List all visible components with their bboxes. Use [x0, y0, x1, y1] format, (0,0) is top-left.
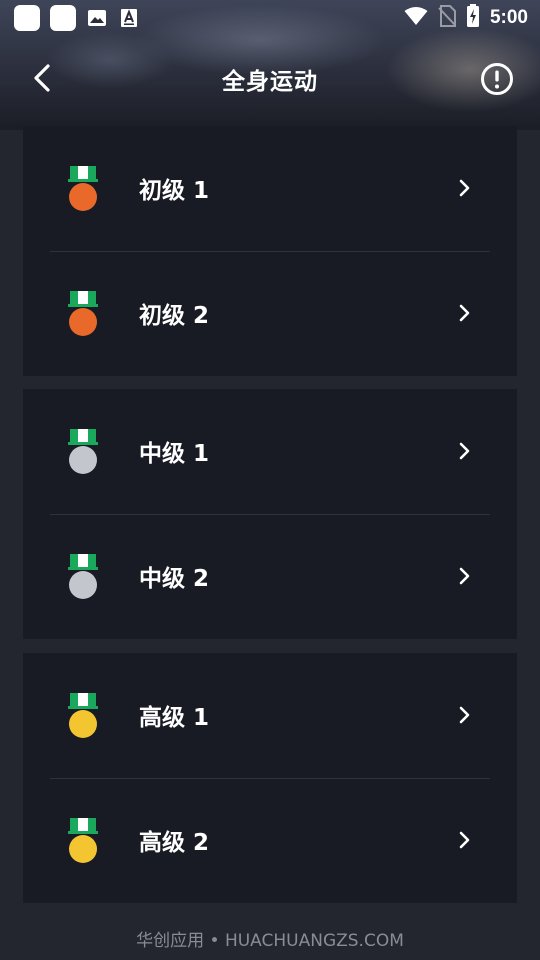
list-item-label: 高级 1 [139, 705, 210, 731]
notification-icon [50, 5, 76, 31]
list-item-label: 初级 2 [139, 303, 210, 329]
level-group-advanced: 高级 1 高级 2 [23, 653, 517, 903]
watermark-footer: 华创应用 • HUACHUANGZS.COM [136, 931, 404, 951]
list-item-advanced-2[interactable]: 高级 2 [23, 778, 517, 903]
battery-charging-icon [466, 4, 480, 32]
list-item-label: 初级 1 [139, 178, 210, 204]
list-item-intermediate-1[interactable]: 中级 1 [23, 389, 517, 514]
alert-circle-icon [481, 63, 513, 95]
wifi-icon [404, 6, 428, 30]
silver-medal-icon [68, 554, 98, 599]
info-button[interactable] [480, 62, 514, 96]
list-item-label: 中级 1 [139, 441, 210, 467]
chevron-right-icon [459, 831, 470, 849]
status-notifications [14, 5, 140, 31]
status-system: 5:00 [404, 4, 528, 32]
notification-icon [14, 5, 40, 31]
level-group-intermediate: 中级 1 中级 2 [23, 389, 517, 639]
silver-medal-icon [68, 429, 98, 474]
list-item-beginner-2[interactable]: 初级 2 [23, 251, 517, 376]
bronze-medal-icon [68, 291, 98, 336]
list-item-label: 高级 2 [139, 830, 210, 856]
gold-medal-icon [68, 693, 98, 738]
status-bar: 5:00 [0, 0, 540, 36]
nav-bar: 全身运动 [0, 50, 540, 106]
bronze-medal-icon [68, 166, 98, 211]
list-item-intermediate-2[interactable]: 中级 2 [23, 514, 517, 639]
chevron-right-icon [459, 442, 470, 460]
list-item-advanced-1[interactable]: 高级 1 [23, 653, 517, 778]
chevron-right-icon [459, 567, 470, 585]
status-time: 5:00 [489, 7, 528, 28]
chevron-right-icon [459, 706, 470, 724]
no-sim-icon [438, 5, 456, 31]
text-a-icon [118, 7, 140, 29]
chevron-right-icon [459, 179, 470, 197]
list-item-label: 中级 2 [139, 566, 210, 592]
image-icon [86, 7, 108, 29]
chevron-right-icon [459, 304, 470, 322]
gold-medal-icon [68, 818, 98, 863]
list-item-beginner-1[interactable]: 初级 1 [23, 126, 517, 251]
page-title: 全身运动 [222, 69, 318, 95]
level-group-beginner: 初级 1 初级 2 [23, 126, 517, 376]
